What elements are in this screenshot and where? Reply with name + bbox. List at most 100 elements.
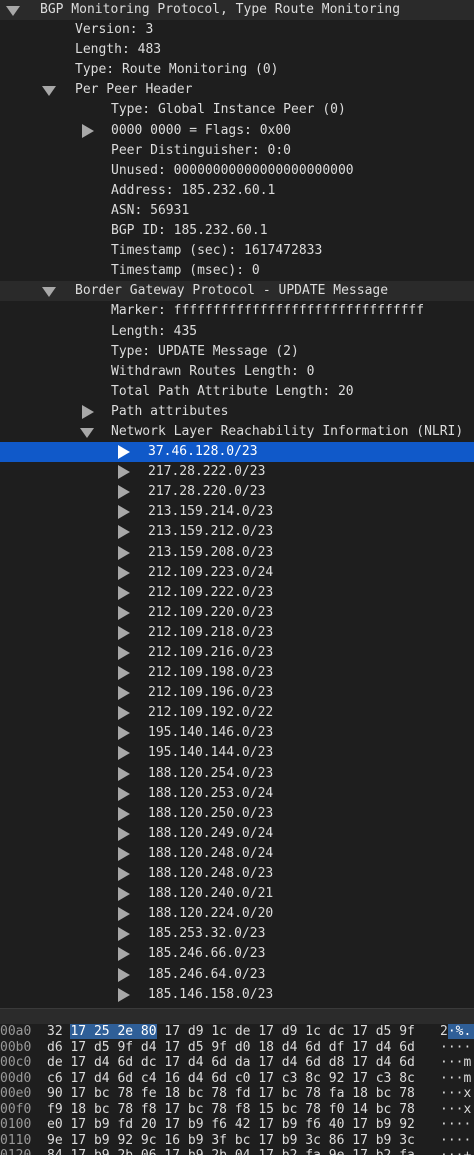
collapsed-triangle-icon[interactable] bbox=[116, 623, 130, 643]
hex-row[interactable]: 0110 9e 17 b9 92 9c 16 b9 3f bc 17 b9 3c … bbox=[0, 1133, 474, 1149]
tree-row[interactable]: 212.109.220.0/23 bbox=[0, 603, 474, 623]
collapsed-triangle-icon[interactable] bbox=[116, 482, 130, 502]
tree-row[interactable]: Version: 3 bbox=[0, 20, 474, 40]
hex-ascii[interactable]: 2·%.· bbox=[440, 1024, 474, 1040]
packet-details-tree[interactable]: BGP Monitoring Protocol, Type Route Moni… bbox=[0, 0, 474, 1008]
collapsed-triangle-icon[interactable] bbox=[116, 603, 130, 623]
tree-row[interactable]: BGP ID: 185.232.60.1 bbox=[0, 221, 474, 241]
packet-bytes-pane[interactable]: 00a0 32 17 25 2e 80 17 d9 1c de 17 d9 1c … bbox=[0, 1024, 474, 1155]
collapsed-triangle-icon[interactable] bbox=[116, 864, 130, 884]
collapsed-triangle-icon[interactable] bbox=[80, 402, 94, 422]
hex-bytes[interactable]: d6 17 d5 9f d4 17 d5 9f d0 18 d4 6d df 1… bbox=[47, 1040, 415, 1056]
tree-row[interactable]: ASN: 56931 bbox=[0, 201, 474, 221]
collapsed-triangle-icon[interactable] bbox=[116, 683, 130, 703]
hex-bytes[interactable]: f9 18 bc 78 f8 17 bc 78 f8 15 bc 78 f0 1… bbox=[47, 1102, 415, 1118]
tree-row[interactable]: 212.109.223.0/24 bbox=[0, 563, 474, 583]
tree-row[interactable]: 185.246.64.0/23 bbox=[0, 965, 474, 985]
hex-ascii[interactable]: ···x···x bbox=[440, 1102, 474, 1118]
tree-row[interactable]: 185.253.32.0/23 bbox=[0, 924, 474, 944]
hex-row[interactable]: 00c0 de 17 d4 6d dc 17 d4 6d da 17 d4 6d … bbox=[0, 1055, 474, 1071]
tree-row[interactable]: Network Layer Reachability Information (… bbox=[0, 422, 474, 442]
collapsed-triangle-icon[interactable] bbox=[116, 784, 130, 804]
tree-row[interactable]: 0000 0000 = Flags: 0x00 bbox=[0, 121, 474, 141]
tree-row[interactable]: 217.28.222.0/23 bbox=[0, 462, 474, 482]
tree-row[interactable]: 217.28.220.0/23 bbox=[0, 482, 474, 502]
hex-row[interactable]: 00e0 90 17 bc 78 fe 18 bc 78 fd 17 bc 78 … bbox=[0, 1086, 474, 1102]
collapsed-triangle-icon[interactable] bbox=[116, 804, 130, 824]
collapsed-triangle-icon[interactable] bbox=[116, 522, 130, 542]
collapsed-triangle-icon[interactable] bbox=[116, 764, 130, 784]
tree-row[interactable]: Length: 483 bbox=[0, 40, 474, 60]
hex-row[interactable]: 00f0 f9 18 bc 78 f8 17 bc 78 f8 15 bc 78 … bbox=[0, 1102, 474, 1118]
expanded-triangle-icon[interactable] bbox=[42, 281, 56, 301]
hex-bytes[interactable]: e0 17 b9 fd 20 17 b9 f6 42 17 b9 f6 40 1… bbox=[47, 1117, 415, 1133]
hex-bytes[interactable]: de 17 d4 6d dc 17 d4 6d da 17 d4 6d d8 1… bbox=[47, 1055, 415, 1071]
tree-row[interactable]: Total Path Attribute Length: 20 bbox=[0, 382, 474, 402]
tree-row[interactable]: Per Peer Header bbox=[0, 80, 474, 100]
hex-row[interactable]: 00a0 32 17 25 2e 80 17 d9 1c de 17 d9 1c … bbox=[0, 1024, 474, 1040]
tree-row[interactable]: 212.109.218.0/23 bbox=[0, 623, 474, 643]
tree-row[interactable]: 213.159.212.0/23 bbox=[0, 522, 474, 542]
tree-row[interactable]: 188.120.248.0/24 bbox=[0, 844, 474, 864]
tree-row[interactable]: 212.109.222.0/23 bbox=[0, 583, 474, 603]
hex-ascii[interactable]: ···m···m bbox=[440, 1055, 474, 1071]
tree-row[interactable]: 37.46.128.0/23 bbox=[0, 442, 474, 463]
tree-row[interactable]: Marker: ffffffffffffffffffffffffffffffff bbox=[0, 301, 474, 321]
tree-row[interactable]: 213.159.214.0/23 bbox=[0, 502, 474, 522]
tree-row[interactable]: Type: Route Monitoring (0) bbox=[0, 60, 474, 80]
tree-row[interactable]: Unused: 00000000000000000000000 bbox=[0, 161, 474, 181]
hex-bytes[interactable]: c6 17 d4 6d c4 16 d4 6d c0 17 c3 8c 92 1… bbox=[47, 1071, 415, 1087]
pane-divider[interactable] bbox=[0, 1008, 474, 1025]
collapsed-triangle-icon[interactable] bbox=[116, 844, 130, 864]
collapsed-triangle-icon[interactable] bbox=[116, 462, 130, 482]
tree-row[interactable]: 212.109.196.0/23 bbox=[0, 683, 474, 703]
hex-ascii[interactable]: ···· ··· bbox=[440, 1117, 474, 1133]
collapsed-triangle-icon[interactable] bbox=[116, 884, 130, 904]
tree-row[interactable]: 188.120.240.0/21 bbox=[0, 884, 474, 904]
tree-row[interactable]: Type: UPDATE Message (2) bbox=[0, 342, 474, 362]
tree-row[interactable]: 188.120.250.0/23 bbox=[0, 804, 474, 824]
hex-bytes[interactable]: 9e 17 b9 92 9c 16 b9 3f bc 17 b9 3c 86 1… bbox=[47, 1133, 415, 1149]
collapsed-triangle-icon[interactable] bbox=[116, 743, 130, 763]
collapsed-triangle-icon[interactable] bbox=[116, 723, 130, 743]
hex-bytes[interactable]: 32 17 25 2e 80 17 d9 1c de 17 d9 1c dc 1… bbox=[47, 1024, 415, 1040]
collapsed-triangle-icon[interactable] bbox=[116, 944, 130, 964]
collapsed-triangle-icon[interactable] bbox=[116, 543, 130, 563]
hex-bytes[interactable]: 84 17 b9 2b 06 17 b9 2b 04 17 b2 fa 9e 1… bbox=[47, 1148, 415, 1155]
collapsed-triangle-icon[interactable] bbox=[116, 502, 130, 522]
tree-row[interactable]: 188.120.224.0/20 bbox=[0, 904, 474, 924]
tree-row[interactable]: Timestamp (sec): 1617472833 bbox=[0, 241, 474, 261]
collapsed-triangle-icon[interactable] bbox=[116, 563, 130, 583]
hex-row[interactable]: 0120 84 17 b9 2b 06 17 b9 2b 04 17 b2 fa … bbox=[0, 1148, 474, 1155]
expanded-triangle-icon[interactable] bbox=[80, 422, 94, 442]
hex-bytes[interactable]: 90 17 bc 78 fe 18 bc 78 fd 17 bc 78 fa 1… bbox=[47, 1086, 415, 1102]
tree-row[interactable]: Withdrawn Routes Length: 0 bbox=[0, 362, 474, 382]
hex-ascii[interactable]: ···+···+ bbox=[440, 1148, 474, 1155]
tree-row[interactable]: 213.159.208.0/23 bbox=[0, 543, 474, 563]
hex-ascii[interactable]: ···m···m bbox=[440, 1071, 474, 1087]
tree-row[interactable]: Type: Global Instance Peer (0) bbox=[0, 100, 474, 120]
tree-row[interactable]: Border Gateway Protocol - UPDATE Message bbox=[0, 281, 474, 302]
tree-row[interactable]: 185.146.158.0/23 bbox=[0, 985, 474, 1005]
collapsed-triangle-icon[interactable] bbox=[80, 121, 94, 141]
hex-ascii[interactable]: ······m· bbox=[440, 1040, 474, 1056]
collapsed-triangle-icon[interactable] bbox=[116, 985, 130, 1005]
tree-row[interactable]: 212.109.198.0/23 bbox=[0, 663, 474, 683]
tree-row[interactable]: 188.120.254.0/23 bbox=[0, 764, 474, 784]
tree-row[interactable]: Peer Distinguisher: 0:0 bbox=[0, 141, 474, 161]
hex-row[interactable]: 00b0 d6 17 d5 9f d4 17 d5 9f d0 18 d4 6d … bbox=[0, 1040, 474, 1056]
hex-ascii[interactable]: ···x···x bbox=[440, 1086, 474, 1102]
tree-row[interactable]: 185.246.66.0/23 bbox=[0, 944, 474, 964]
collapsed-triangle-icon[interactable] bbox=[116, 703, 130, 723]
tree-row[interactable]: 195.140.144.0/23 bbox=[0, 743, 474, 763]
expanded-triangle-icon[interactable] bbox=[42, 80, 56, 100]
expanded-triangle-icon[interactable] bbox=[6, 0, 20, 20]
tree-row[interactable]: 212.109.192.0/22 bbox=[0, 703, 474, 723]
tree-row[interactable]: Address: 185.232.60.1 bbox=[0, 181, 474, 201]
collapsed-triangle-icon[interactable] bbox=[116, 663, 130, 683]
collapsed-triangle-icon[interactable] bbox=[116, 965, 130, 985]
hex-ascii[interactable]: ·······? bbox=[440, 1133, 474, 1149]
collapsed-triangle-icon[interactable] bbox=[116, 643, 130, 663]
hex-row[interactable]: 0100 e0 17 b9 fd 20 17 b9 f6 42 17 b9 f6 … bbox=[0, 1117, 474, 1133]
tree-row[interactable]: Timestamp (msec): 0 bbox=[0, 261, 474, 281]
